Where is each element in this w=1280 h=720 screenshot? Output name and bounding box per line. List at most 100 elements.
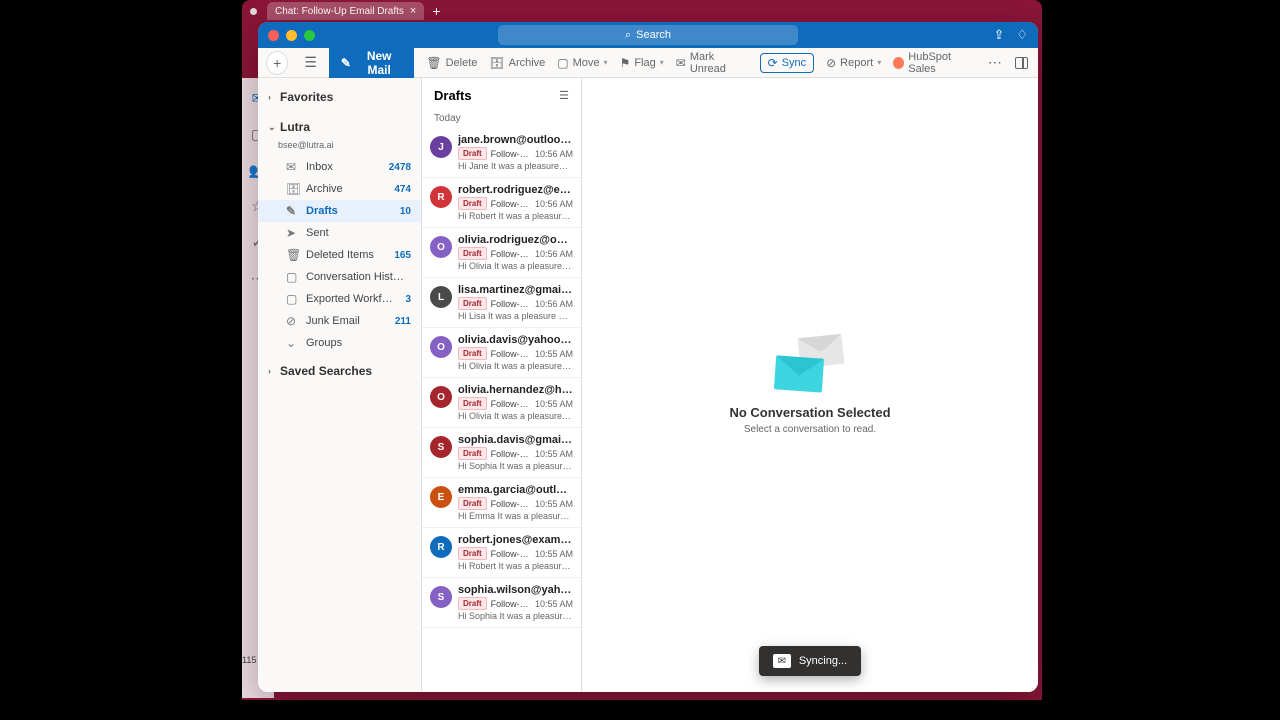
message-item[interactable]: O olivia.davis@yahoo.c… Draft Follow-… 1… [422, 328, 581, 378]
tab-title: Chat: Follow-Up Email Drafts [275, 6, 404, 17]
hamburger-icon[interactable]: ☰ [304, 54, 317, 71]
avatar: O [430, 236, 452, 258]
message-preview: Hi Robert It was a pleasur… [458, 561, 573, 571]
close-window-button[interactable] [268, 30, 279, 41]
folder-name: Groups [306, 337, 342, 349]
folder-inbox[interactable]: ✉Inbox2478 [258, 156, 421, 178]
message-subject: Follow-… [491, 249, 531, 259]
share-icon[interactable]: ⇪ [993, 27, 1004, 43]
hubspot-icon [893, 57, 904, 69]
draft-badge: Draft [458, 397, 487, 410]
folder-icon: ✎ [286, 204, 299, 218]
saved-searches-section[interactable]: › Saved Searches [258, 354, 421, 384]
folder-icon: ⌄ [286, 336, 299, 350]
search-placeholder: Search [636, 29, 671, 41]
account-section[interactable]: ⌄ Lutra [258, 110, 421, 140]
message-item[interactable]: E emma.garcia@outloo… Draft Follow-… 10:… [422, 478, 581, 528]
report-button[interactable]: ⊘Report▾ [826, 56, 881, 70]
more-options-button[interactable]: ⋯ [988, 54, 1003, 71]
folder-icon: ▢ [557, 56, 568, 70]
toolbar: + ☰ ✎ New Mail 🗑Delete 🗄Archive ▢ Move ▾ ⚑… [258, 48, 1038, 78]
sync-button[interactable]: ⟳ Sync [760, 53, 815, 73]
delete-button[interactable]: 🗑Delete [426, 56, 477, 70]
compose-icon: ✎ [341, 56, 351, 70]
message-item[interactable]: J jane.brown@outlook… Draft Follow-… 10:… [422, 128, 581, 178]
close-icon[interactable]: × [410, 5, 416, 17]
message-item[interactable]: O olivia.hernandez@hot… Draft Follow-… 1… [422, 378, 581, 428]
folder-count: 2478 [389, 162, 411, 173]
archive-label: Archive [509, 57, 546, 69]
hubspot-button[interactable]: HubSpot Sales [893, 51, 976, 75]
message-subject: Follow-… [491, 599, 531, 609]
message-preview: Hi Olivia It was a pleasure… [458, 361, 573, 371]
message-item[interactable]: R robert.jones@exampl… Draft Follow-… 10… [422, 528, 581, 578]
message-from: robert.jones@exampl… [458, 534, 573, 546]
draft-badge: Draft [458, 447, 487, 460]
sync-toast-label: Syncing... [799, 655, 847, 667]
draft-badge: Draft [458, 247, 487, 260]
message-item[interactable]: S sophia.davis@gmail.c… Draft Follow-… 1… [422, 428, 581, 478]
sync-icon: ⟳ [768, 56, 778, 70]
folder-name: Deleted Items [306, 249, 374, 261]
report-label: Report [840, 57, 873, 69]
reading-pane: No Conversation Selected Select a conver… [582, 78, 1038, 692]
folder-sent[interactable]: ➤Sent [258, 222, 421, 244]
hubspot-label: HubSpot Sales [908, 51, 976, 75]
folder-count: 474 [394, 184, 411, 195]
folder-conversation-hist-[interactable]: ▢Conversation Hist… [258, 266, 421, 288]
avatar: L [430, 286, 452, 308]
message-from: robert.rodriguez@exa… [458, 184, 573, 196]
move-button[interactable]: ▢Move▾ [557, 56, 607, 70]
panel-toggle-button[interactable] [1015, 57, 1028, 69]
avatar: R [430, 186, 452, 208]
avatar: O [430, 386, 452, 408]
envelope-icon: ✉ [676, 56, 686, 70]
rail-number: 115 [242, 655, 256, 665]
message-item[interactable]: O olivia.rodriguez@outl… Draft Follow-… … [422, 228, 581, 278]
favorites-section[interactable]: › Favorites [258, 84, 421, 110]
flag-button[interactable]: ⚑Flag▾ [620, 56, 664, 70]
zoom-window-button[interactable] [304, 30, 315, 41]
message-subject: Follow-… [491, 499, 531, 509]
avatar: S [430, 436, 452, 458]
new-tab-button[interactable]: + [432, 3, 440, 19]
draft-badge: Draft [458, 147, 487, 160]
message-time: 10:56 AM [535, 149, 573, 159]
move-label: Move [573, 57, 600, 69]
mail-icon: ✉ [773, 654, 791, 668]
folder-groups[interactable]: ⌄ Groups [258, 332, 421, 354]
delete-label: Delete [446, 57, 478, 69]
bell-icon[interactable]: ♢ [1016, 27, 1028, 43]
folder-junk-email[interactable]: ⊘Junk Email211 [258, 310, 421, 332]
new-mail-label: New Mail [356, 49, 402, 77]
folder-drafts[interactable]: ✎Drafts10 [258, 200, 421, 222]
message-from: olivia.davis@yahoo.c… [458, 334, 573, 346]
folder-exported-workf-[interactable]: ▢Exported Workf…3 [258, 288, 421, 310]
sync-label: Sync [782, 57, 806, 69]
outlook-window: ⌕ Search ⇪ ♢ + ☰ ✎ New Mail 🗑Delete 🗄Arc… [258, 22, 1038, 692]
compose-add-button[interactable]: + [266, 51, 288, 75]
folder-archive[interactable]: 🗄Archive474 [258, 178, 421, 200]
title-bar: ⌕ Search ⇪ ♢ [258, 22, 1038, 48]
chevron-down-icon: ▾ [660, 58, 664, 67]
message-item[interactable]: R robert.rodriguez@exa… Draft Follow-… 1… [422, 178, 581, 228]
message-subject: Follow-… [491, 549, 531, 559]
archive-button[interactable]: 🗄Archive [489, 56, 545, 70]
message-item[interactable]: S sophia.wilson@yahoo… Draft Follow-… 10… [422, 578, 581, 628]
folder-deleted-items[interactable]: 🗑Deleted Items165 [258, 244, 421, 266]
minimize-window-button[interactable] [286, 30, 297, 41]
new-mail-button[interactable]: ✎ New Mail [329, 44, 414, 82]
search-input[interactable]: ⌕ Search [498, 25, 798, 45]
draft-badge: Draft [458, 547, 487, 560]
message-from: lisa.martinez@gmail.… [458, 284, 573, 296]
mark-unread-button[interactable]: ✉Mark Unread [676, 51, 748, 75]
draft-badge: Draft [458, 197, 487, 210]
filter-icon[interactable]: ☰ [559, 89, 569, 102]
message-preview: Hi Sophia It was a pleasur… [458, 611, 573, 621]
message-time: 10:56 AM [535, 249, 573, 259]
draft-badge: Draft [458, 597, 487, 610]
message-item[interactable]: L lisa.martinez@gmail.… Draft Follow-… 1… [422, 278, 581, 328]
message-time: 10:56 AM [535, 199, 573, 209]
browser-tab[interactable]: Chat: Follow-Up Email Drafts × [267, 2, 424, 20]
folder-count: 211 [395, 316, 411, 327]
